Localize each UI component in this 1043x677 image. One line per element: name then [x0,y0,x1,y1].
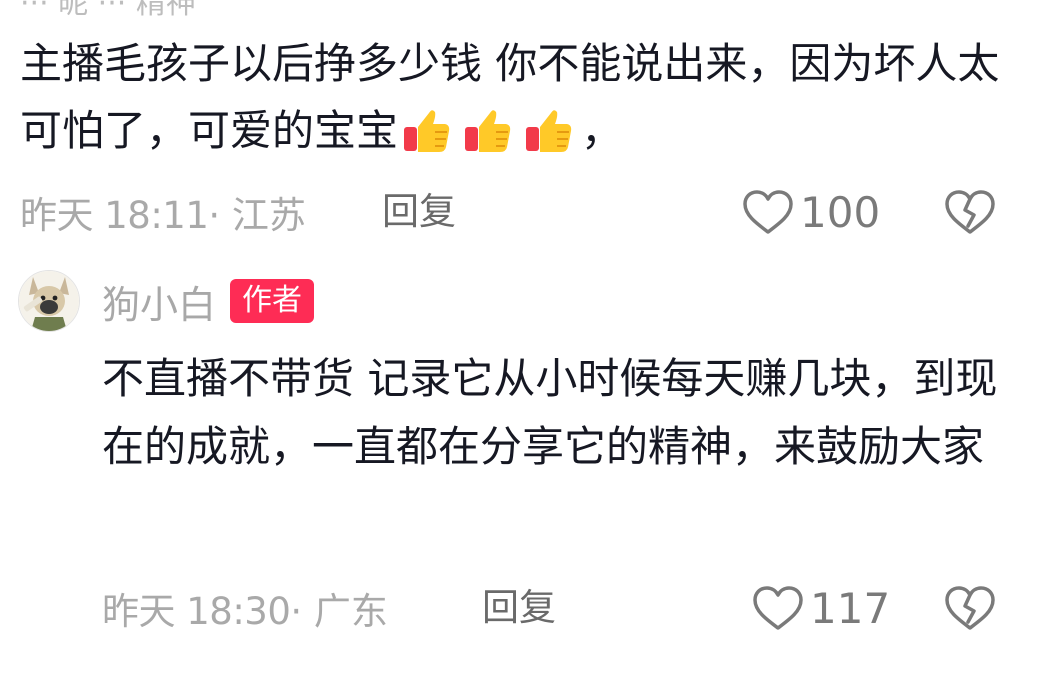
comment-author: 狗小白 作者 [102,274,315,329]
avatar[interactable] [18,270,80,332]
reply-button[interactable]: 回复 [482,583,556,633]
reply-button[interactable]: 回复 [382,187,456,237]
comment-location: · 江苏 [208,194,306,237]
like-count: 100 [800,187,881,237]
comment-time: 昨天 18:11 [20,194,209,237]
comment-location: · 广东 [290,590,388,633]
comment-text-tail: ， [581,106,624,155]
comment-time: 昨天 18:30 [102,590,291,633]
thumbs-up-emoji-icon [526,110,572,152]
username[interactable]: 狗小白 [102,274,216,329]
comment-meta: 昨天 18:30 · 广东 [102,583,388,633]
dog-avatar-icon [19,271,79,331]
comment-text: 不直播不带货 记录它从小时候每天赚几块，到现在的成就，一直都在分享它的精神，来鼓… [102,354,998,471]
like-button[interactable]: 100 [742,187,880,237]
thumbs-up-emoji-icon [404,110,450,152]
author-badge: 作者 [230,279,315,323]
dislike-broken-heart-icon[interactable] [944,584,996,632]
comment-text: 主播毛孩子以后挣多少钱 你不能说出来，因为坏人太可怕了，可爱的宝宝 ， [20,30,1010,164]
like-button[interactable]: 117 [752,583,890,633]
dislike-broken-heart-icon[interactable] [944,188,996,236]
like-count: 117 [810,583,891,633]
heart-icon [743,190,793,234]
thumbs-up-emoji-icon [465,110,511,152]
partial-header-text: ··· 昵 ··· 精神 [20,0,196,21]
heart-icon [753,586,803,630]
comment-meta: 昨天 18:11 · 江苏 [20,187,306,237]
